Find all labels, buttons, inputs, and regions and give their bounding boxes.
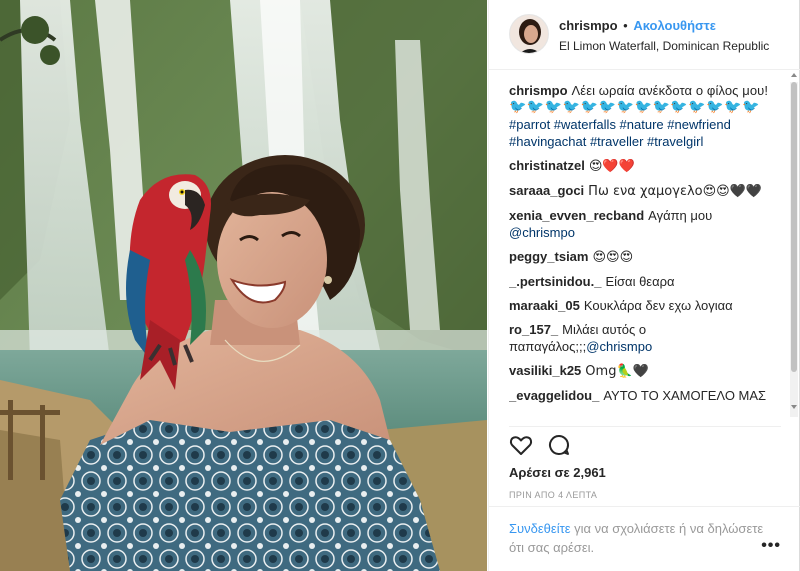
avatar[interactable] bbox=[509, 14, 549, 54]
comment-username[interactable]: maraaki_05 bbox=[509, 298, 580, 313]
comment-username[interactable]: _.pertsinidou._ bbox=[509, 274, 601, 289]
comment-username[interactable]: _evaggelidou_ bbox=[509, 388, 599, 403]
caption-emoji-row: 🐦🐦🐦🐦🐦🐦🐦🐦🐦🐦🐦🐦🐦🐦 bbox=[509, 99, 761, 115]
comment-row: saraaa_goci Πω ενα χαμογελο😍😍🖤🖤 bbox=[509, 182, 781, 200]
scroll-up-arrow-icon[interactable] bbox=[791, 73, 797, 77]
comment-username[interactable]: vasiliki_k25 bbox=[509, 363, 581, 378]
post-actions: Αρέσει σε 2,961 ΠΡΙΝ ΑΠΟ 4 ΛΕΠΤΑ bbox=[509, 426, 781, 500]
comment-username[interactable]: ro_157_ bbox=[509, 322, 558, 337]
location-link[interactable]: El Limon Waterfall, Dominican Republic bbox=[559, 37, 769, 55]
comment-row: xenia_evven_recband Αγάπη μου @chrismpo bbox=[509, 207, 781, 241]
comment-username[interactable]: xenia_evven_recband bbox=[509, 208, 644, 223]
more-options-icon[interactable]: ••• bbox=[761, 536, 781, 555]
comment-row: vasiliki_k25 Omg🦜🖤 bbox=[509, 362, 781, 380]
login-prompt: Συνδεθείτε για να σχολιάσετε ή να δηλώσε… bbox=[489, 506, 800, 571]
comments-scrollbar[interactable] bbox=[790, 82, 798, 417]
caption: chrismpo Λέει ωραία ανέκδοτα ο φίλος μου!… bbox=[509, 82, 781, 150]
header-separator: • bbox=[623, 18, 628, 33]
photo-illustration bbox=[0, 0, 487, 571]
comment-text: Αγάπη μου bbox=[648, 208, 713, 223]
caption-text: Λέει ωραία ανέκδοτα ο φίλος μου! bbox=[571, 83, 769, 98]
comment-text: Κουκλάρα δεν εχω λογιαα bbox=[583, 298, 733, 313]
comment-row: peggy_tsiam 😍😍😍 bbox=[509, 248, 781, 266]
comment-username[interactable]: saraaa_goci bbox=[509, 183, 584, 198]
comment-text: ΑΥΤΟ ΤΟ ΧΑΜΟΓΕΛΟ ΜΑΣ bbox=[603, 388, 767, 403]
comment-icon-glyph bbox=[549, 434, 570, 455]
post-side-panel: chrismpo • Ακολουθήστε El Limon Waterfal… bbox=[488, 0, 800, 571]
scrollbar-thumb[interactable] bbox=[791, 82, 797, 372]
comment-text: Omg🦜🖤 bbox=[585, 364, 649, 379]
post-header: chrismpo • Ακολουθήστε El Limon Waterfal… bbox=[489, 0, 800, 70]
comment-username[interactable]: peggy_tsiam bbox=[509, 249, 588, 264]
comment-mention[interactable]: @chrismpo bbox=[509, 224, 781, 241]
comment-text: 😍😍😍 bbox=[592, 250, 634, 265]
heart-icon-glyph bbox=[509, 436, 533, 455]
comment-text: Πω ενα χαμογελο😍😍🖤🖤 bbox=[588, 184, 763, 199]
header-username[interactable]: chrismpo bbox=[559, 18, 618, 33]
comment-row: _evaggelidou_ ΑΥΤΟ ΤΟ ΧΑΜΟΓΕΛΟ ΜΑΣ bbox=[509, 387, 781, 404]
comment-mention[interactable]: @chrismpo bbox=[586, 339, 652, 354]
avatar-image bbox=[510, 15, 548, 53]
login-link[interactable]: Συνδεθείτε bbox=[509, 521, 571, 536]
comment-row: _.pertsinidou._ Είσαι θεαρα bbox=[509, 273, 781, 290]
post-timestamp[interactable]: ΠΡΙΝ ΑΠΟ 4 ΛΕΠΤΑ bbox=[509, 490, 781, 500]
heart-icon[interactable] bbox=[509, 433, 535, 459]
caption-username[interactable]: chrismpo bbox=[509, 83, 568, 98]
comment-text: Είσαι θεαρα bbox=[605, 274, 675, 289]
comment-icon[interactable] bbox=[547, 433, 573, 459]
caption-hashtags[interactable]: #parrot #waterfalls #nature #newfriend #… bbox=[509, 116, 781, 150]
comment-row: ro_157_ Μιλάει αυτός ο παπαγάλος;;;@chris… bbox=[509, 321, 781, 355]
comment-username[interactable]: christinatzel bbox=[509, 158, 585, 173]
comment-row: maraaki_05 Κουκλάρα δεν εχω λογιαα bbox=[509, 297, 781, 314]
comments-list[interactable]: chrismpo Λέει ωραία ανέκδοτα ο φίλος μου!… bbox=[509, 82, 781, 417]
comment-text: 😍❤️❤️ bbox=[588, 159, 635, 174]
instagram-post: chrismpo • Ακολουθήστε El Limon Waterfal… bbox=[0, 0, 800, 571]
comment-row: christinatzel 😍❤️❤️ bbox=[509, 157, 781, 175]
scroll-down-arrow-icon[interactable] bbox=[791, 405, 797, 409]
likes-count[interactable]: Αρέσει σε 2,961 bbox=[509, 465, 781, 480]
follow-button[interactable]: Ακολουθήστε bbox=[633, 18, 716, 33]
post-photo[interactable] bbox=[0, 0, 487, 571]
